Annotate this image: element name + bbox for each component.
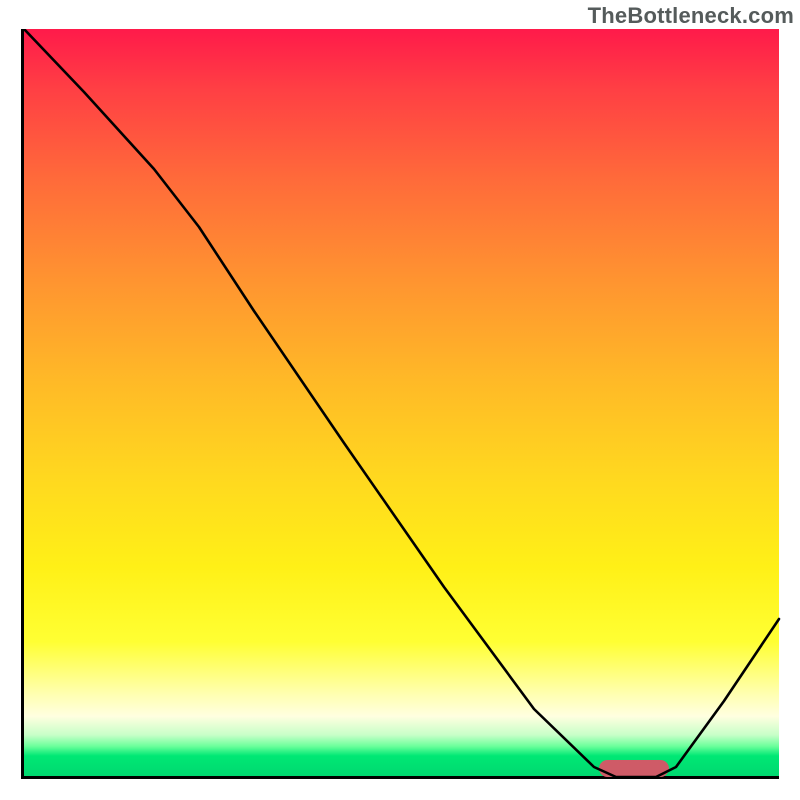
attribution-label: TheBottleneck.com [588, 3, 794, 29]
curve-path [24, 29, 779, 777]
bottleneck-curve [24, 29, 782, 779]
bottleneck-chart: TheBottleneck.com [0, 0, 800, 800]
plot-area [21, 29, 779, 779]
